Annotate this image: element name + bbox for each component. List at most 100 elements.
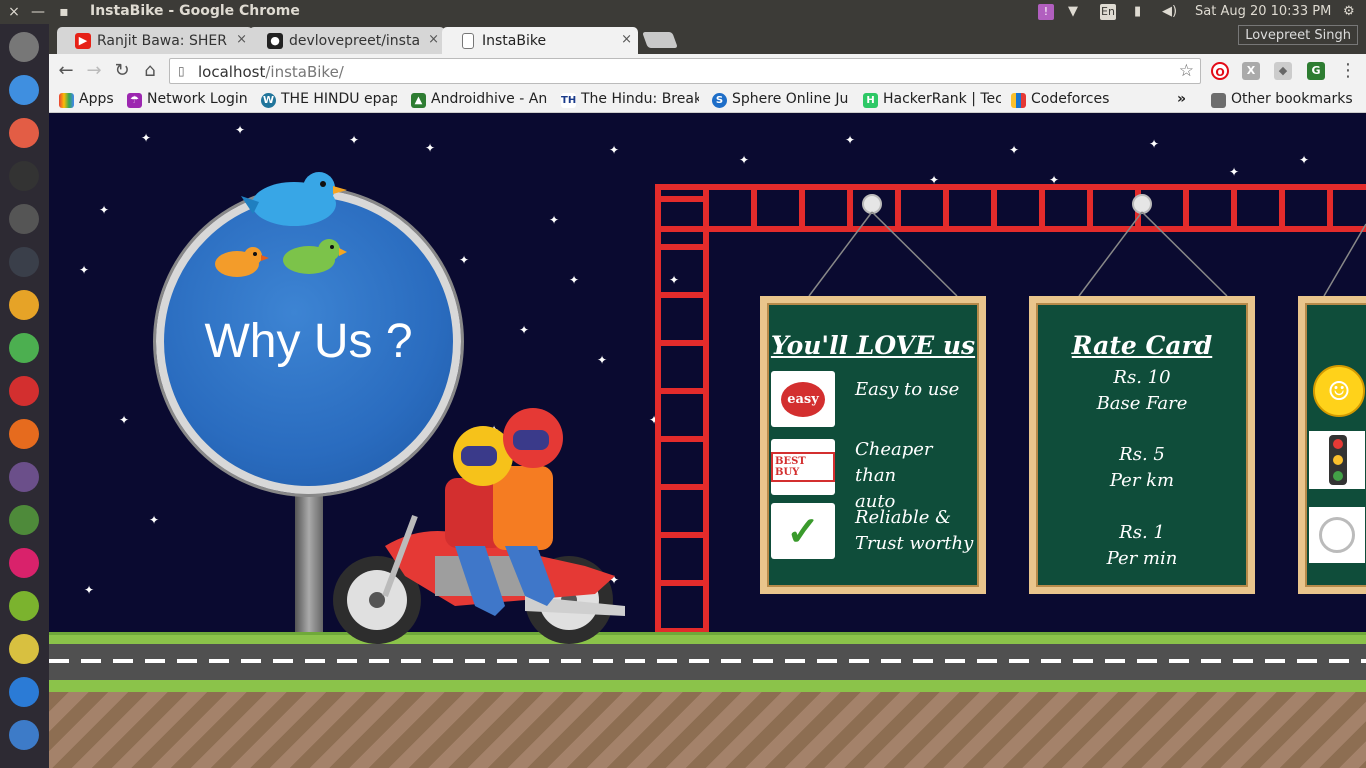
window-close-button[interactable]: × (6, 3, 22, 21)
star-icon: ✦ (459, 253, 470, 267)
apps-grid-icon (59, 93, 74, 108)
store-icon[interactable] (9, 720, 39, 750)
bookmarks-overflow-button[interactable]: » (1177, 91, 1193, 111)
forward-button[interactable]: → (83, 60, 105, 82)
os-top-panel: × — ▪ InstaBike - Google Chrome ! ▼ En ▮… (0, 0, 1366, 24)
board-title: Rate Card (1071, 331, 1213, 360)
bookmark-hackerrank[interactable]: H HackerRank | Tec (863, 91, 1001, 111)
home-button[interactable]: ⌂ (139, 60, 161, 82)
flickr-icon[interactable] (9, 548, 39, 578)
base-fare-amount: Rs. 10 (1113, 367, 1171, 388)
bookmark-spoj[interactable]: S Sphere Online Ju (712, 91, 850, 111)
other-bookmarks[interactable]: Other bookmarks (1211, 91, 1361, 111)
per-km-amount: Rs. 5 (1119, 444, 1165, 465)
bookmark-network-login[interactable]: ☂ Network Login (127, 91, 253, 111)
bookmark-codeforces[interactable]: Codeforces (1011, 91, 1121, 111)
grid-app-icon[interactable] (9, 204, 39, 234)
window-maximize-button[interactable]: ▪ (56, 3, 72, 21)
sign-pole (295, 479, 323, 644)
star-icon: ✦ (609, 143, 620, 157)
board-title: You'll LOVE us (770, 331, 976, 360)
wifi-icon[interactable]: ▼ (1068, 3, 1078, 21)
per-km-label: Per km (1109, 470, 1175, 491)
android-icon[interactable] (9, 591, 39, 621)
profile-button[interactable]: Lovepreet Singh (1238, 25, 1358, 45)
star-icon: ✦ (79, 263, 90, 277)
orange-bird-icon (215, 247, 269, 277)
address-bar[interactable]: ▯ localhost/instaBike/ ☆ (169, 58, 1201, 84)
battery-icon[interactable]: ▮ (1134, 3, 1141, 21)
spoj-icon: S (712, 93, 727, 108)
page-icon (462, 33, 474, 49)
power-icon[interactable]: ⚙ (1343, 3, 1355, 21)
grass-strip (49, 680, 1366, 692)
opera-extension-icon[interactable]: O (1211, 62, 1229, 80)
umbrella-icon: ☂ (127, 93, 142, 108)
keyboard-indicator[interactable]: En (1100, 3, 1116, 21)
dots-app-icon[interactable] (9, 75, 39, 105)
cube-extension-icon[interactable]: ◆ (1274, 62, 1292, 80)
browser-toolbar: ← → ↻ ⌂ ▯ localhost/instaBike/ ☆ O X ◆ G… (49, 54, 1366, 88)
wordpress-icon: W (261, 93, 276, 108)
window-minimize-button[interactable]: — (30, 3, 46, 21)
androidhive-icon: ▲ (411, 93, 426, 108)
best-buy-icon: BEST BUY (771, 439, 835, 495)
atom-icon[interactable] (9, 462, 39, 492)
instabike-page: ✦✦✦✦✦✦✦✦✦✦✦✦✦✦✦✦✦✦✦✦✦✦✦✦✦✦✦✦✦✦ Why Us ? … (49, 114, 1366, 768)
per-min-amount: Rs. 1 (1119, 522, 1165, 543)
tab-youtube[interactable]: ▶ Ranjit Bawa: SHER × (57, 27, 253, 54)
star-icon: ✦ (1229, 165, 1240, 179)
pie-app-icon[interactable] (9, 118, 39, 148)
x-extension-icon[interactable]: X (1242, 62, 1260, 80)
back-button[interactable]: ← (55, 60, 77, 82)
apple-icon[interactable] (9, 32, 39, 62)
love-us-board: You'll LOVE us easy Easy to use BEST BUY… (760, 296, 986, 594)
reload-button[interactable]: ↻ (111, 60, 133, 82)
tab-close-button[interactable]: × (428, 32, 439, 47)
new-tab-button[interactable] (642, 32, 678, 48)
star-icon: ✦ (549, 213, 560, 227)
android-studio-icon[interactable] (9, 505, 39, 535)
motorbike-riders-illustration (333, 408, 625, 644)
banner-frame-post (655, 184, 709, 634)
bookmark-androidhive[interactable]: ▲ Androidhive - An (411, 91, 547, 111)
bookmark-star-icon[interactable]: ☆ (1179, 61, 1194, 81)
github-icon: ● (267, 33, 283, 49)
bookmark-hindu-epaper[interactable]: W THE HINDU epap (261, 91, 397, 111)
url-path: /instaBike/ (265, 63, 344, 81)
star-icon: ✦ (739, 153, 750, 167)
tab-close-button[interactable]: × (236, 32, 247, 47)
feature-text: Reliable & Trust worthy (855, 507, 974, 554)
chrome-menu-button[interactable]: ⋮ (1337, 60, 1359, 82)
chrome-icon[interactable] (9, 333, 39, 363)
hindu-icon: TH (561, 93, 577, 108)
tab-title: InstaBike (482, 33, 547, 49)
tab-github[interactable]: ● devlovepreet/insta × (249, 27, 445, 54)
g-extension-icon[interactable]: G (1307, 62, 1325, 80)
bookmarks-bar: Apps ☂ Network Login W THE HINDU epap ▲ And… (49, 88, 1366, 113)
url-text[interactable]: localhost/instaBike/ (198, 63, 344, 81)
star-icon: ✦ (519, 323, 530, 337)
tab-title: Ranjit Bawa: SHER (97, 33, 227, 49)
star-icon: ✦ (141, 131, 152, 145)
bookmark-apps[interactable]: Apps (59, 91, 119, 111)
vivaldi-icon[interactable] (9, 376, 39, 406)
tab-close-button[interactable]: × (621, 32, 632, 47)
star-icon: ✦ (149, 513, 160, 527)
bookmark-hindu-breaking[interactable]: TH The Hindu: Break (561, 91, 699, 111)
volume-icon[interactable]: ◀) (1162, 3, 1177, 21)
archive-icon[interactable] (9, 634, 39, 664)
firefox-icon[interactable] (9, 419, 39, 449)
tab-instabike[interactable]: InstaBike × (442, 27, 638, 54)
r-app-icon[interactable] (9, 677, 39, 707)
tray-alert-icon[interactable]: ! (1038, 3, 1054, 21)
feature-text: Easy to use (855, 379, 960, 400)
terminal2-icon[interactable] (9, 247, 39, 277)
blue-bird-icon (241, 172, 347, 226)
clock[interactable]: Sat Aug 20 10:33 PM (1195, 3, 1331, 21)
files-icon[interactable] (9, 290, 39, 320)
star-icon: ✦ (1299, 153, 1310, 167)
terminal-icon[interactable] (9, 161, 39, 191)
hanging-strings (808, 211, 1366, 297)
star-icon: ✦ (235, 123, 246, 137)
